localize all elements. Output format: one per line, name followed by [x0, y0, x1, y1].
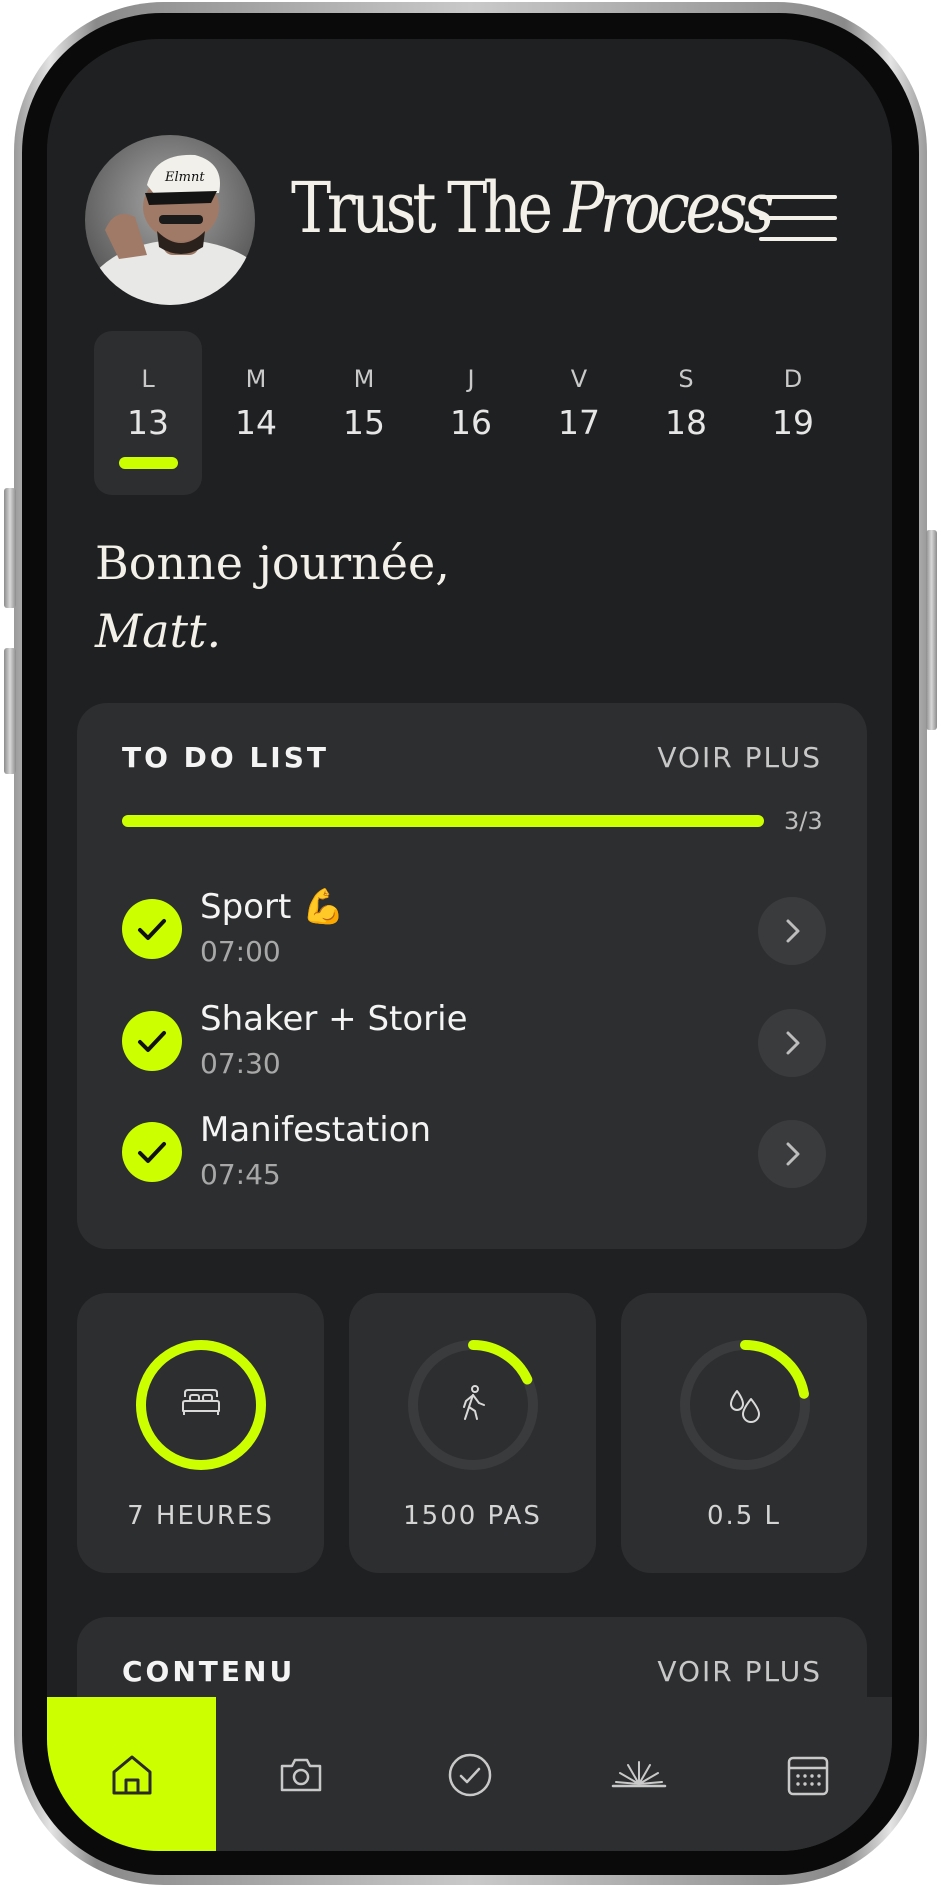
day-selector-14[interactable]: M 14 [202, 331, 310, 495]
task-item: Manifestation 07:45 [122, 1104, 826, 1204]
day-selector-19[interactable]: D 19 [739, 331, 847, 495]
greeting-name: Matt. [95, 604, 222, 658]
bottom-tab-bar [47, 1697, 892, 1851]
task-open-button[interactable] [758, 1120, 826, 1188]
task-open-button[interactable] [758, 1009, 826, 1077]
day-selector-17[interactable]: V 17 [525, 331, 633, 495]
water-drops-icon [730, 1390, 760, 1423]
sleep-stat-card[interactable]: 7 HEURES [77, 1293, 324, 1573]
checkmark-icon [138, 919, 166, 940]
content-see-more-link[interactable]: VOIR PLUS [657, 1655, 822, 1688]
chevron-right-icon [786, 1031, 800, 1055]
tab-home[interactable] [47, 1697, 216, 1851]
week-calendar: L 13 M 14 M 15 J 16 V 17 S 18 D 19 [94, 331, 814, 496]
task-checkbox[interactable] [122, 1011, 182, 1071]
todo-progress-count: 3/3 [784, 807, 823, 835]
check-circle-icon [448, 1753, 492, 1797]
phone-side-button [4, 488, 16, 608]
phone-side-button [926, 530, 937, 730]
water-progress-ring [680, 1340, 810, 1470]
greeting: Bonne journée, Matt. [95, 529, 450, 665]
todo-card: TO DO LIST VOIR PLUS 3/3 Sport 💪 07:00 S… [77, 703, 867, 1249]
day-number: 15 [343, 403, 385, 442]
todo-title: TO DO LIST [122, 741, 329, 774]
calendar-icon [787, 1756, 829, 1796]
chevron-right-icon [786, 919, 800, 943]
checkmark-icon [138, 1142, 166, 1163]
content-title: CONTENU [122, 1655, 296, 1688]
day-number: 13 [127, 403, 169, 442]
profile-avatar[interactable]: Elmnt [85, 135, 255, 305]
phone-side-button [4, 648, 16, 774]
home-icon [112, 1755, 152, 1795]
tab-tasks[interactable] [385, 1697, 554, 1851]
walking-icon [463, 1385, 485, 1420]
day-letter: J [467, 365, 475, 393]
day-selector-15[interactable]: M 15 [310, 331, 418, 495]
day-number: 16 [450, 403, 492, 442]
app-screen: Elmnt Trust The Process L 13 M 14 M 15 J… [47, 39, 892, 1851]
title-regular: Trust The [291, 167, 553, 249]
todo-progress-fill [122, 815, 764, 827]
selected-day-indicator [119, 457, 178, 469]
chevron-right-icon [786, 1142, 800, 1166]
day-letter: L [141, 365, 155, 393]
day-letter: M [245, 365, 267, 393]
task-time: 07:45 [200, 1158, 281, 1191]
water-stat-card[interactable]: 0.5 L [621, 1293, 867, 1573]
sleep-value: 7 HEURES [127, 1501, 274, 1531]
svg-text:Elmnt: Elmnt [164, 170, 205, 185]
hamburger-menu-icon[interactable] [759, 195, 839, 245]
tab-camera[interactable] [216, 1697, 385, 1851]
day-letter: S [678, 365, 694, 393]
greeting-line: Bonne journée, [95, 536, 450, 590]
tab-routine[interactable] [554, 1697, 723, 1851]
sleep-progress-ring [136, 1340, 266, 1470]
checkmark-icon [138, 1031, 166, 1052]
todo-see-more-link[interactable]: VOIR PLUS [657, 741, 822, 774]
water-value: 0.5 L [706, 1501, 782, 1531]
day-number: 19 [772, 403, 814, 442]
steps-progress-ring [408, 1340, 538, 1470]
day-number: 14 [235, 403, 277, 442]
day-number: 17 [558, 403, 600, 442]
task-time: 07:30 [200, 1047, 281, 1080]
app-title: Trust The Process [291, 167, 775, 249]
tab-calendar[interactable] [723, 1697, 892, 1851]
day-selector-16[interactable]: J 16 [417, 331, 525, 495]
avatar-photo: Elmnt [85, 154, 255, 305]
task-item: Sport 💪 07:00 [122, 881, 826, 981]
todo-progress-bar [122, 815, 764, 827]
task-time: 07:00 [200, 935, 281, 968]
camera-icon [280, 1758, 322, 1792]
task-checkbox[interactable] [122, 1122, 182, 1182]
bed-icon [182, 1389, 220, 1415]
task-item: Shaker + Storie 07:30 [122, 993, 826, 1093]
day-letter: D [783, 365, 803, 393]
day-selector-13[interactable]: L 13 [94, 331, 202, 495]
task-name: Shaker + Storie [200, 999, 468, 1039]
task-name: Sport 💪 [200, 887, 345, 927]
day-selector-18[interactable]: S 18 [632, 331, 740, 495]
steps-stat-card[interactable]: 1500 PAS [349, 1293, 596, 1573]
day-letter: M [353, 365, 375, 393]
day-letter: V [570, 365, 588, 393]
task-name: Manifestation [200, 1110, 432, 1150]
day-number: 18 [665, 403, 707, 442]
sunrise-icon [611, 1761, 667, 1788]
task-open-button[interactable] [758, 897, 826, 965]
task-checkbox[interactable] [122, 899, 182, 959]
steps-value: 1500 PAS [403, 1501, 542, 1531]
title-italic: Process [563, 167, 775, 249]
